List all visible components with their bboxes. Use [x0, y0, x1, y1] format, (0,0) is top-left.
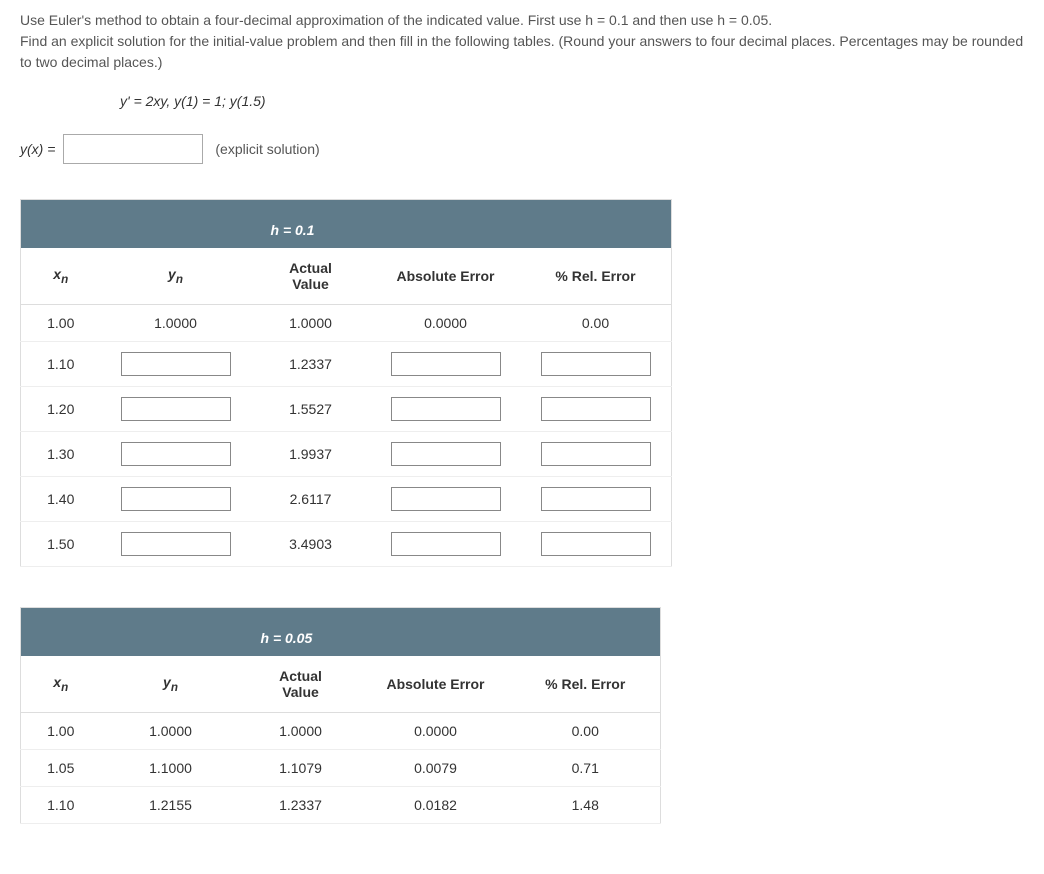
cell-abs-error [371, 522, 521, 567]
yn-input[interactable] [121, 487, 231, 511]
cell-actual: 1.0000 [251, 305, 371, 342]
euler-table-h01: h = 0.1 xn yn Actual Value Absolute Erro… [20, 199, 672, 567]
abs-error-input[interactable] [391, 487, 501, 511]
header-abs: Absolute Error [371, 248, 521, 305]
cell-xn: 1.40 [21, 477, 101, 522]
euler-table-h005: h = 0.05 xn yn Actual Value Absolute Err… [20, 607, 661, 824]
cell-yn: 1.2155 [101, 787, 241, 824]
cell-yn [101, 432, 251, 477]
instructions-line1: Use Euler's method to obtain a four-deci… [20, 12, 772, 28]
cell-yn [101, 522, 251, 567]
table2-header: xn yn Actual Value Absolute Error % Rel.… [21, 656, 661, 713]
table-row: 1.20 1.5527 [21, 387, 672, 432]
table-row: 1.051.10001.10790.00790.71 [21, 750, 661, 787]
header-xn: xn [21, 248, 101, 305]
yn-input[interactable] [121, 442, 231, 466]
abs-error-input[interactable] [391, 532, 501, 556]
yx-label: y(x) = [20, 141, 55, 157]
rel-error-input[interactable] [541, 532, 651, 556]
header-yn: yn [101, 248, 251, 305]
cell-xn: 1.10 [21, 787, 101, 824]
header-rel: % Rel. Error [511, 656, 661, 713]
abs-error-input[interactable] [391, 352, 501, 376]
cell-abs-error [371, 387, 521, 432]
table-row: 1.40 2.6117 [21, 477, 672, 522]
abs-error-input[interactable] [391, 442, 501, 466]
yn-input[interactable] [121, 352, 231, 376]
cell-xn: 1.00 [21, 713, 101, 750]
table-row: 1.101.21551.23370.01821.48 [21, 787, 661, 824]
header-rel: % Rel. Error [521, 248, 672, 305]
cell-actual: 1.5527 [251, 387, 371, 432]
rel-error-input[interactable] [541, 487, 651, 511]
cell-yn: 1.0000 [101, 305, 251, 342]
cell-rel-error [521, 387, 672, 432]
instructions-line2: Find an explicit solution for the initia… [20, 33, 1023, 70]
header-abs: Absolute Error [361, 656, 511, 713]
cell-abs-error: 0.0182 [361, 787, 511, 824]
cell-yn [101, 387, 251, 432]
cell-rel-error: 1.48 [511, 787, 661, 824]
cell-abs-error [371, 477, 521, 522]
cell-abs-error [371, 342, 521, 387]
cell-rel-error [521, 522, 672, 567]
table2-banner: h = 0.05 [241, 620, 361, 656]
cell-xn: 1.30 [21, 432, 101, 477]
yn-input[interactable] [121, 532, 231, 556]
table1-header: xn yn Actual Value Absolute Error % Rel.… [21, 248, 672, 305]
cell-actual: 1.9937 [251, 432, 371, 477]
cell-abs-error: 0.0079 [361, 750, 511, 787]
header-actual: Actual Value [241, 656, 361, 713]
cell-xn: 1.50 [21, 522, 101, 567]
rel-error-input[interactable] [541, 352, 651, 376]
abs-error-input[interactable] [391, 397, 501, 421]
cell-actual: 1.1079 [241, 750, 361, 787]
yn-input[interactable] [121, 397, 231, 421]
cell-actual: 1.2337 [241, 787, 361, 824]
cell-yn [101, 342, 251, 387]
cell-xn: 1.10 [21, 342, 101, 387]
explicit-solution-input[interactable] [63, 134, 203, 164]
cell-actual: 1.0000 [241, 713, 361, 750]
cell-actual: 1.2337 [251, 342, 371, 387]
cell-rel-error: 0.00 [511, 713, 661, 750]
rel-error-input[interactable] [541, 442, 651, 466]
explicit-hint: (explicit solution) [215, 141, 319, 157]
cell-actual: 2.6117 [251, 477, 371, 522]
header-actual: Actual Value [251, 248, 371, 305]
table1-banner: h = 0.1 [251, 212, 371, 248]
table-row: 1.001.00001.00000.00000.00 [21, 305, 672, 342]
cell-xn: 1.05 [21, 750, 101, 787]
table-row: 1.001.00001.00000.00000.00 [21, 713, 661, 750]
cell-yn: 1.1000 [101, 750, 241, 787]
header-yn: yn [101, 656, 241, 713]
cell-yn: 1.0000 [101, 713, 241, 750]
cell-rel-error: 0.71 [511, 750, 661, 787]
explicit-solution-row: y(x) = (explicit solution) [20, 134, 1024, 164]
rel-error-input[interactable] [541, 397, 651, 421]
cell-abs-error: 0.0000 [361, 713, 511, 750]
table-row: 1.10 1.2337 [21, 342, 672, 387]
cell-yn [101, 477, 251, 522]
table-row: 1.50 3.4903 [21, 522, 672, 567]
cell-rel-error [521, 477, 672, 522]
differential-equation: y' = 2xy, y(1) = 1; y(1.5) [120, 93, 1024, 109]
cell-abs-error: 0.0000 [371, 305, 521, 342]
problem-instructions: Use Euler's method to obtain a four-deci… [20, 10, 1024, 73]
cell-rel-error: 0.00 [521, 305, 672, 342]
cell-rel-error [521, 342, 672, 387]
header-xn: xn [21, 656, 101, 713]
cell-abs-error [371, 432, 521, 477]
cell-actual: 3.4903 [251, 522, 371, 567]
cell-xn: 1.00 [21, 305, 101, 342]
cell-xn: 1.20 [21, 387, 101, 432]
cell-rel-error [521, 432, 672, 477]
table-row: 1.30 1.9937 [21, 432, 672, 477]
